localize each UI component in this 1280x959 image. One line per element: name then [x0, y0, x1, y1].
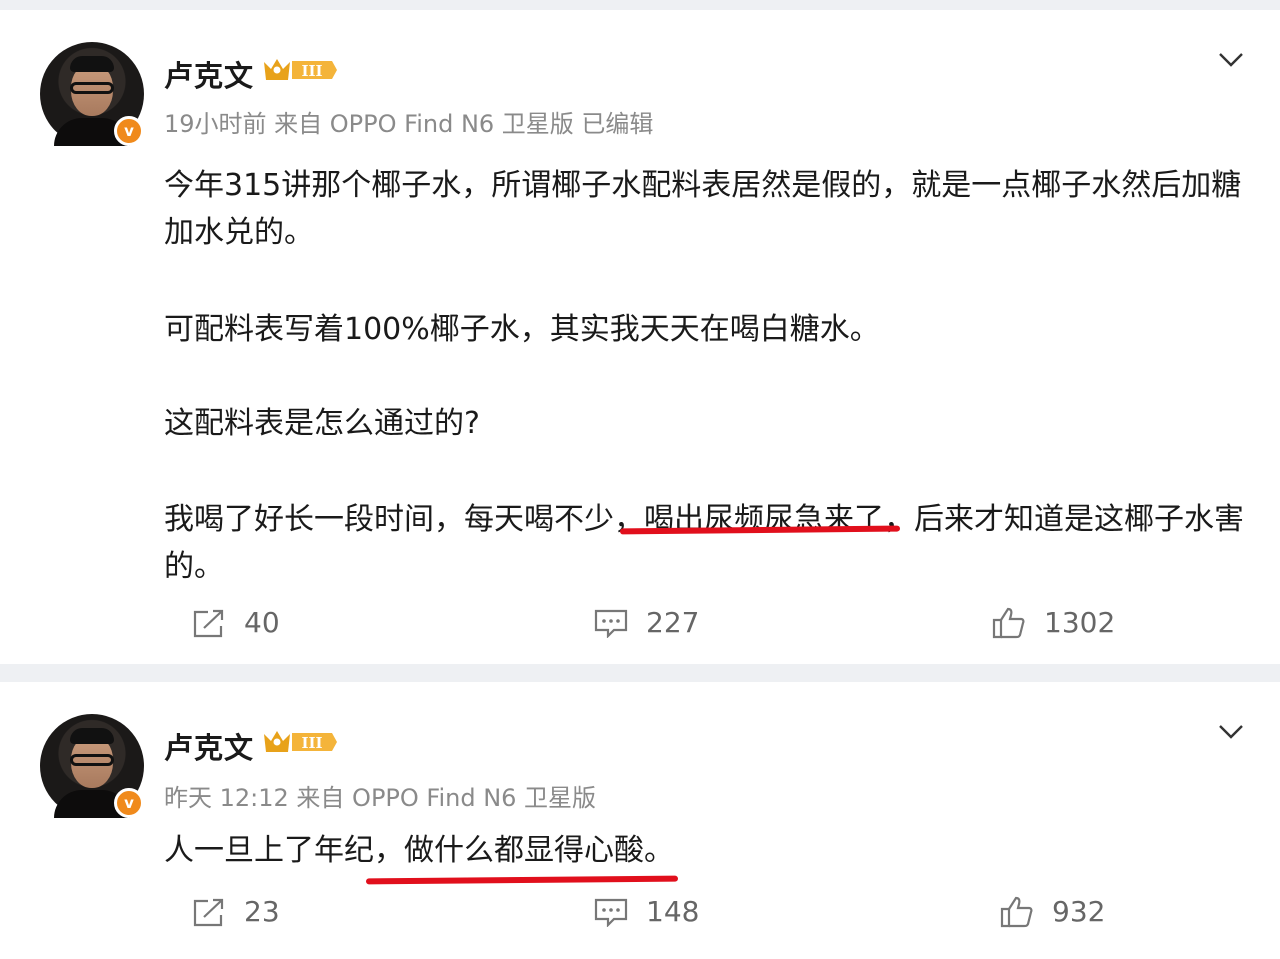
- like-count: 932: [1052, 895, 1106, 928]
- chevron-down-icon[interactable]: [1218, 724, 1244, 740]
- verified-badge-icon: v: [114, 116, 144, 146]
- share-icon: [193, 609, 224, 637]
- share-button[interactable]: 40: [192, 606, 280, 639]
- svg-text:III: III: [301, 734, 322, 752]
- author-name[interactable]: 卢克文: [164, 53, 254, 95]
- svg-text:III: III: [301, 62, 322, 80]
- post-paragraph: 我喝了好长一段时间，每天喝不少，喝出尿频尿急来了，后来才知道是这椰子水害的。: [164, 502, 1244, 584]
- post-paragraph: 人一旦上了年纪，做什么都显得心酸。: [164, 833, 674, 868]
- share-button[interactable]: 23: [192, 895, 280, 928]
- post-paragraph: 这配料表是怎么通过的?: [164, 406, 480, 441]
- author-name[interactable]: 卢克文: [164, 725, 254, 767]
- weibo-feed: v 卢克文 III 19小时前 来自 OPPO Find N6 卫星版 已编辑 …: [0, 0, 1280, 959]
- like-button[interactable]: 1302: [992, 606, 1115, 639]
- thumbs-up-icon: [992, 607, 1025, 638]
- post-meta: 19小时前 来自 OPPO Find N6 卫星版 已编辑: [164, 110, 654, 138]
- comment-count: 227: [646, 606, 700, 639]
- share-count: 23: [244, 895, 280, 928]
- post-card: v 卢克文 III 昨天 12:12 来自 OPPO Find N6 卫星版 人…: [0, 682, 1280, 959]
- post-paragraph: 可配料表写着100%椰子水，其实我天天在喝白糖水。: [164, 312, 880, 347]
- post-paragraph: 今年315讲那个椰子水，所谓椰子水配料表居然是假的，就是一点椰子水然后加糖加水兑…: [164, 168, 1242, 250]
- comment-button[interactable]: 227: [594, 606, 699, 639]
- verified-badge-icon: v: [114, 788, 144, 818]
- comment-icon: [594, 898, 628, 927]
- like-button[interactable]: 932: [1000, 895, 1105, 928]
- red-underline-mark: [365, 875, 679, 885]
- comment-icon: [594, 609, 628, 638]
- comment-count: 148: [646, 895, 700, 928]
- vip-crown-badge-icon: III: [264, 731, 337, 752]
- post-card: v 卢克文 III 19小时前 来自 OPPO Find N6 卫星版 已编辑 …: [0, 10, 1280, 664]
- chevron-down-icon[interactable]: [1218, 52, 1244, 68]
- share-count: 40: [244, 606, 280, 639]
- post-meta: 昨天 12:12 来自 OPPO Find N6 卫星版: [164, 784, 597, 812]
- comment-button[interactable]: 148: [594, 895, 699, 928]
- share-icon: [193, 898, 224, 926]
- like-count: 1302: [1044, 606, 1116, 639]
- thumbs-up-icon: [1000, 896, 1033, 927]
- vip-crown-badge-icon: III: [264, 59, 337, 80]
